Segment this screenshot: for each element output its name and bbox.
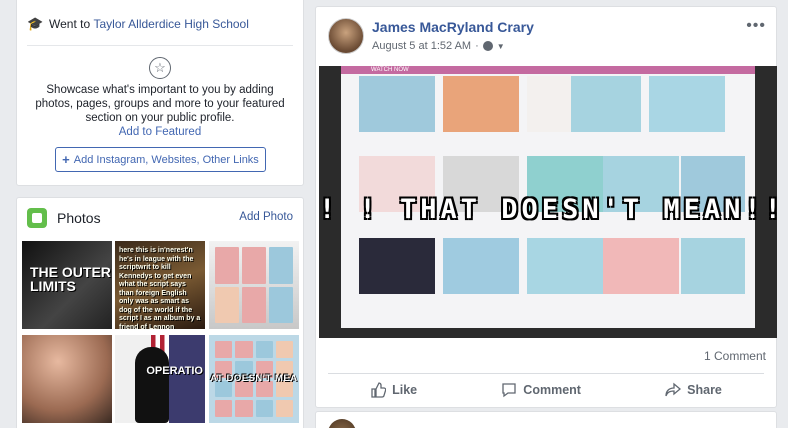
- add-photo-link[interactable]: Add Photo: [239, 211, 293, 223]
- plus-icon: +: [62, 152, 70, 167]
- add-links-label: Add Instagram, Websites, Other Links: [73, 153, 259, 166]
- thumbnail-caption: AT DOESN'T MEA: [210, 373, 298, 384]
- education-row: 🎓 Went to Taylor Allderdice High School: [27, 16, 249, 32]
- share-button[interactable]: Share: [665, 382, 722, 398]
- thumbnail-caption: THE OUTER LIMITS: [30, 264, 111, 294]
- comment-button[interactable]: Comment: [501, 382, 581, 398]
- photo-thumbnail[interactable]: [209, 241, 299, 329]
- comment-count[interactable]: 1 Comment: [704, 349, 766, 363]
- post-media[interactable]: WATCH NOW ! ! THAT DOESN'T MEAN!!!!: [319, 66, 777, 338]
- thumbnail-grid: [215, 247, 293, 323]
- watch-label: WATCH NOW: [371, 67, 409, 73]
- photos-icon: [27, 208, 47, 228]
- share-icon: [665, 382, 682, 397]
- author-name[interactable]: James MacRyland Crary: [372, 19, 534, 35]
- thumbnail-person: [135, 347, 169, 423]
- photo-thumbnail[interactable]: [22, 335, 112, 423]
- school-link[interactable]: Taylor Allderdice High School: [93, 17, 248, 31]
- showcase-text: Showcase what's important to you by addi…: [35, 84, 285, 124]
- photo-thumbnail[interactable]: OPERATIO: [115, 335, 205, 423]
- globe-icon[interactable]: [482, 41, 493, 51]
- divider: [328, 373, 764, 374]
- like-button[interactable]: Like: [370, 382, 417, 398]
- media-tile: [443, 76, 519, 132]
- photo-thumbnail[interactable]: AT DOESN'T MEA: [209, 335, 299, 423]
- meme-caption: ! ! THAT DOESN'T MEAN!!!!: [319, 194, 777, 225]
- post-timestamp[interactable]: August 5 at 1:52 AM: [372, 40, 471, 52]
- thumbs-up-icon: [371, 382, 387, 398]
- chevron-down-icon[interactable]: ▼: [497, 42, 505, 51]
- media-tile: [359, 76, 435, 132]
- media-tile: [443, 238, 519, 294]
- media-tile: [527, 238, 603, 294]
- thumbnail-caption: here this is in'nerest'n he's in league …: [119, 247, 201, 329]
- more-options-icon[interactable]: •••: [746, 17, 766, 35]
- media-tile: [603, 238, 679, 294]
- thumbnail-caption: OPERATIO: [146, 365, 203, 377]
- meta-separator: ·: [475, 40, 479, 52]
- graduation-cap-icon: 🎓: [27, 16, 44, 31]
- share-label: Share: [687, 383, 722, 397]
- media-tile: [649, 76, 725, 132]
- media-tile: [359, 238, 435, 294]
- like-label: Like: [392, 383, 418, 397]
- media-tile: [571, 76, 641, 132]
- photos-header: Photos: [27, 208, 101, 228]
- photo-thumbnail[interactable]: THE OUTER LIMITS: [22, 241, 112, 329]
- next-post-card: [315, 411, 777, 428]
- media-tile: [681, 238, 745, 294]
- photos-title[interactable]: Photos: [57, 210, 101, 226]
- photo-thumbnail[interactable]: here this is in'nerest'n he's in league …: [115, 241, 205, 329]
- photos-card: Photos Add Photo THE OUTER LIMITS here t…: [16, 197, 304, 428]
- add-links-button[interactable]: + Add Instagram, Websites, Other Links: [55, 147, 266, 172]
- post-meta: August 5 at 1:52 AM · ▼: [372, 40, 505, 52]
- add-to-featured-link[interactable]: Add to Featured: [17, 126, 303, 138]
- author-avatar[interactable]: [328, 419, 356, 428]
- intro-card: 🎓 Went to Taylor Allderdice High School …: [16, 0, 304, 186]
- comment-icon: [502, 383, 516, 398]
- comment-label: Comment: [523, 383, 581, 397]
- post-card: James MacRyland Crary August 5 at 1:52 A…: [315, 6, 777, 408]
- divider: [27, 45, 293, 46]
- author-avatar[interactable]: [328, 18, 364, 54]
- star-icon: ☆: [149, 57, 171, 79]
- school-prefix: Went to: [49, 17, 91, 31]
- post-actions: Like Comment Share: [328, 377, 764, 403]
